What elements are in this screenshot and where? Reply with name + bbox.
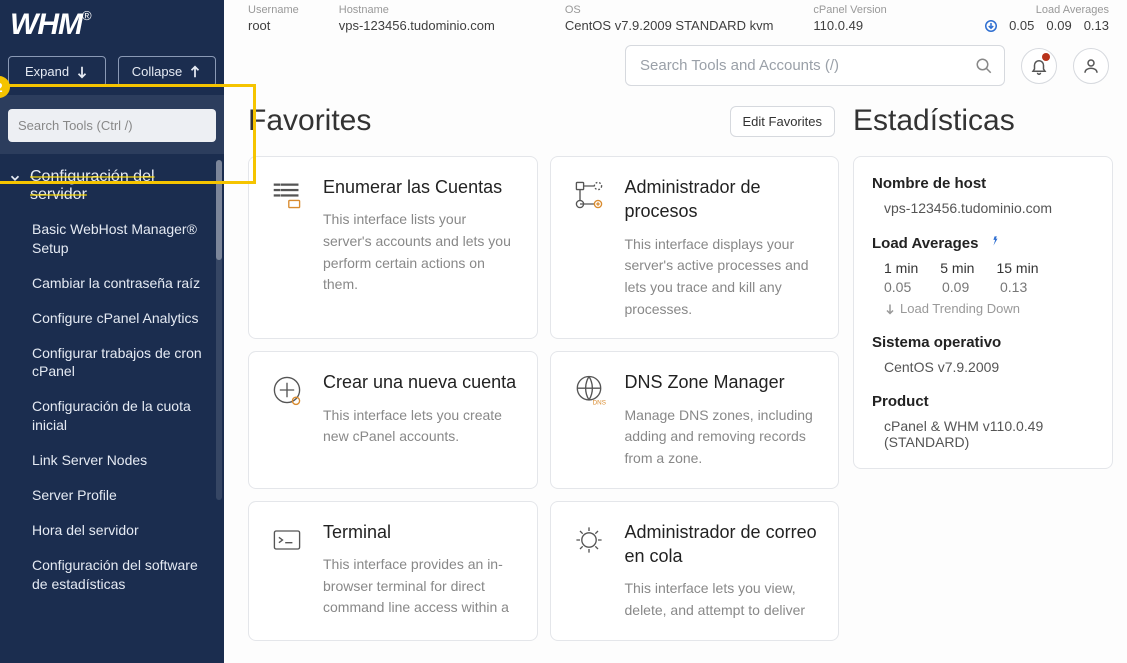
- create-account-icon: [267, 370, 307, 410]
- topbar-hostname: Hostname vps-123456.tudominio.com: [339, 4, 495, 33]
- list-accounts-icon: [267, 175, 307, 215]
- favorite-card-process-manager[interactable]: Administrador de procesos This interface…: [550, 156, 840, 339]
- notification-dot: [1042, 53, 1050, 61]
- sidebar-item[interactable]: Hora del servidor: [0, 513, 224, 548]
- sidebar-nav: Configuración del servidor Basic WebHost…: [0, 154, 224, 663]
- sidebar-item[interactable]: Server Profile: [0, 478, 224, 513]
- arrow-up-icon: [188, 65, 202, 79]
- terminal-icon: [267, 520, 307, 560]
- stat-load-label: Load Averages: [872, 234, 1094, 252]
- sidebar-item[interactable]: Configuración de la cuota inicial: [0, 389, 224, 443]
- card-desc: This interface lets you view, delete, an…: [625, 578, 821, 621]
- sidebar-item[interactable]: Link Server Nodes: [0, 443, 224, 478]
- arrow-down-icon: [985, 20, 997, 32]
- card-desc: This interface lists your server's accou…: [323, 209, 519, 296]
- card-title: Administrador de correo en cola: [625, 520, 821, 569]
- running-icon: [987, 234, 1001, 248]
- nav-group-label: Configuración del servidor: [30, 168, 214, 204]
- stat-hostname-label: Nombre de host: [872, 175, 1094, 192]
- sidebar-item[interactable]: Basic WebHost Manager® Setup: [0, 212, 224, 266]
- sidebar-item[interactable]: Configurar trabajos de cron cPanel: [0, 336, 224, 390]
- process-manager-icon: [569, 175, 609, 215]
- mail-queue-icon: [569, 520, 609, 560]
- top-info-bar: Username root Hostname vps-123456.tudomi…: [224, 0, 1127, 33]
- card-title: DNS Zone Manager: [625, 370, 821, 394]
- sidebar: WHM® Expand Collapse Configuración del s…: [0, 0, 224, 663]
- expand-label: Expand: [25, 64, 69, 79]
- collapse-button[interactable]: Collapse: [118, 56, 216, 87]
- global-search-input[interactable]: [625, 45, 1005, 86]
- card-desc: This interface displays your server's ac…: [625, 234, 821, 321]
- expand-button[interactable]: Expand: [8, 56, 106, 87]
- favorites-title: Favorites: [248, 104, 371, 138]
- main-area: Username root Hostname vps-123456.tudomi…: [224, 0, 1127, 663]
- favorite-card-accounts[interactable]: Enumerar las Cuentas This interface list…: [248, 156, 538, 339]
- whm-logo: WHM®: [0, 0, 224, 56]
- sidebar-scrollbar[interactable]: [216, 160, 222, 500]
- favorite-card-mail-queue[interactable]: Administrador de correo en cola This int…: [550, 501, 840, 641]
- card-title: Crear una nueva cuenta: [323, 370, 519, 394]
- favorites-section: Favorites Edit Favorites Enumerar las Cu…: [224, 104, 839, 663]
- notifications-button[interactable]: [1021, 48, 1057, 84]
- toolbar-row: [224, 33, 1127, 104]
- stat-os-value: CentOS v7.9.2009: [872, 359, 1094, 375]
- collapse-label: Collapse: [132, 64, 183, 79]
- sidebar-item[interactable]: Cambiar la contraseña raíz: [0, 266, 224, 301]
- stats-title: Estadísticas: [853, 104, 1113, 138]
- stat-product-value: cPanel & WHM v110.0.49 (STANDARD): [872, 418, 1094, 450]
- favorite-card-dns-zone[interactable]: DNS DNS Zone Manager Manage DNS zones, i…: [550, 351, 840, 488]
- stats-panel: Estadísticas Nombre de host vps-123456.t…: [853, 104, 1113, 663]
- favorite-card-create-account[interactable]: Crear una nueva cuenta This interface le…: [248, 351, 538, 488]
- card-desc: This interface provides an in-browser te…: [323, 554, 519, 619]
- arrow-down-icon: [884, 303, 896, 315]
- sidebar-search-input[interactable]: [8, 109, 216, 142]
- topbar-username: Username root: [248, 4, 299, 33]
- topbar-load-averages: Load Averages 0.05 0.09 0.13: [985, 4, 1109, 33]
- search-icon[interactable]: [975, 57, 993, 75]
- card-desc: Manage DNS zones, including adding and r…: [625, 405, 821, 470]
- topbar-cpanel-version: cPanel Version 110.0.49: [813, 4, 886, 33]
- topbar-os: OS CentOS v7.9.2009 STANDARD kvm: [565, 4, 774, 33]
- stat-hostname-value: vps-123456.tudominio.com: [872, 200, 1094, 216]
- dns-zone-icon: DNS: [569, 370, 609, 410]
- svg-text:DNS: DNS: [592, 400, 605, 407]
- user-button[interactable]: [1073, 48, 1109, 84]
- user-icon: [1082, 57, 1100, 75]
- sidebar-item[interactable]: Configuración del software de estadístic…: [0, 548, 224, 602]
- stat-product-label: Product: [872, 393, 1094, 410]
- favorite-card-terminal[interactable]: Terminal This interface provides an in-b…: [248, 501, 538, 641]
- sidebar-item[interactable]: Configure cPanel Analytics: [0, 301, 224, 336]
- load-trend: Load Trending Down: [872, 301, 1094, 316]
- card-title: Administrador de procesos: [625, 175, 821, 224]
- edit-favorites-button[interactable]: Edit Favorites: [730, 106, 835, 137]
- nav-group-server-config[interactable]: Configuración del servidor: [0, 160, 224, 212]
- sidebar-search-wrap: [0, 95, 224, 154]
- card-title: Enumerar las Cuentas: [323, 175, 519, 199]
- global-search: [625, 45, 1005, 86]
- arrow-down-icon: [75, 65, 89, 79]
- card-title: Terminal: [323, 520, 519, 544]
- stat-os-label: Sistema operativo: [872, 334, 1094, 351]
- chevron-down-icon: [8, 171, 22, 185]
- stats-box: Nombre de host vps-123456.tudominio.com …: [853, 156, 1113, 469]
- card-desc: This interface lets you create new cPane…: [323, 405, 519, 448]
